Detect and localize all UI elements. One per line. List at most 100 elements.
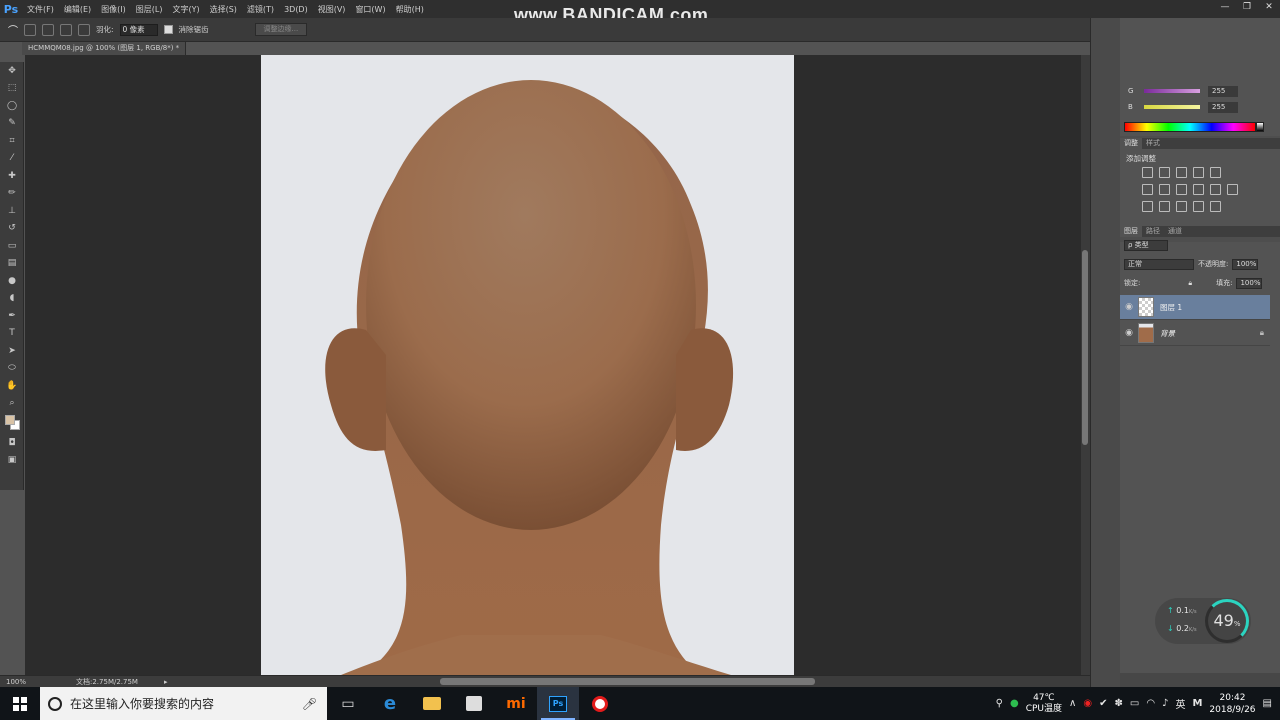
record-tray-icon[interactable]: ◉ [1083, 698, 1092, 709]
photoshop-logo[interactable]: Ps [0, 0, 22, 18]
bandicam-record-icon[interactable] [579, 687, 621, 720]
battery-icon[interactable]: ▭ [1130, 698, 1139, 709]
vibrance-icon[interactable] [1210, 167, 1221, 178]
color-slider-b[interactable]: B 255 [1128, 101, 1238, 113]
marquee-tool-icon[interactable]: ⬚ [0, 80, 24, 98]
show-hidden-icons[interactable]: ∧ [1069, 698, 1076, 709]
dodge-tool-icon[interactable]: ◖ [0, 290, 24, 308]
menu-help[interactable]: 帮助(H) [391, 4, 429, 15]
threshold-icon[interactable] [1176, 201, 1187, 212]
color-swatches[interactable] [0, 412, 23, 434]
network-speed-widget[interactable]: ↑ 0.1K/s ↓ 0.2K/s 49% [1155, 598, 1251, 644]
photo-filter-icon[interactable] [1193, 184, 1204, 195]
tray-app-icon[interactable]: ✔ [1099, 698, 1107, 709]
selective-color-icon[interactable] [1193, 201, 1204, 212]
tab-adjustments[interactable]: 调整 [1120, 138, 1142, 149]
bluetooth-icon[interactable]: ✽ [1114, 698, 1122, 709]
status-menu-arrow-icon[interactable]: ▸ [164, 678, 168, 686]
shape-tool-icon[interactable]: ⬭ [0, 360, 24, 378]
ime-mode[interactable]: M [1192, 698, 1202, 709]
brightness-icon[interactable] [1142, 167, 1153, 178]
b-value[interactable]: 255 [1208, 101, 1238, 113]
edge-browser-icon[interactable]: e [369, 687, 411, 720]
subtract-selection-icon[interactable] [60, 23, 72, 36]
healing-tool-icon[interactable]: ✚ [0, 167, 24, 185]
vertical-scrollbar[interactable] [1081, 55, 1090, 675]
invert-icon[interactable] [1142, 201, 1153, 212]
color-slider-g[interactable]: G 255 [1128, 85, 1238, 97]
horizontal-scroll-thumb[interactable] [440, 678, 815, 685]
start-button[interactable] [0, 687, 40, 720]
crop-tool-icon[interactable]: ⌗ [0, 132, 24, 150]
zoom-level[interactable]: 100% [6, 678, 36, 686]
intersect-selection-icon[interactable] [78, 23, 90, 36]
eraser-tool-icon[interactable]: ▭ [0, 237, 24, 255]
layer-filter-select[interactable]: ρ 类型 [1124, 239, 1168, 251]
foreground-color-swatch[interactable] [5, 415, 15, 425]
lock-all-icon[interactable]: 🔒︎ [1188, 279, 1192, 288]
store-icon[interactable] [453, 687, 495, 720]
tab-layers[interactable]: 图层 [1120, 226, 1142, 237]
security-icon[interactable]: ● [1010, 698, 1019, 709]
volume-icon[interactable]: ♪ [1162, 698, 1168, 709]
menu-edit[interactable]: 编辑(E) [59, 4, 96, 15]
lasso-icon[interactable]: ⌒ [8, 22, 18, 37]
microphone-icon[interactable]: 🎤︎ [302, 697, 317, 711]
g-slider-bar[interactable] [1144, 89, 1200, 93]
vertical-scroll-thumb[interactable] [1082, 250, 1088, 445]
move-tool-icon[interactable]: ✥ [0, 62, 24, 80]
posterize-icon[interactable] [1159, 201, 1170, 212]
ime-language[interactable]: 英 [1175, 696, 1185, 711]
tab-channels[interactable]: 通道 [1164, 226, 1186, 237]
brush-tool-icon[interactable]: ✏ [0, 185, 24, 203]
feather-input[interactable]: 0 像素 [119, 23, 158, 36]
document-tab[interactable]: HCMMQM08.jpg @ 100% (图层 1, RGB/8*) * [22, 42, 187, 55]
menu-window[interactable]: 窗口(W) [350, 4, 390, 15]
gradient-tool-icon[interactable]: ▤ [0, 255, 24, 273]
layer-row-layer1[interactable]: ◉ 图层 1 [1120, 295, 1270, 320]
hue-saturation-icon[interactable] [1142, 184, 1153, 195]
refine-edge-button[interactable]: 调整边缘... [254, 23, 308, 36]
menu-3d[interactable]: 3D(D) [279, 5, 313, 14]
type-tool-icon[interactable]: T [0, 325, 24, 343]
menu-layer[interactable]: 图层(L) [131, 4, 168, 15]
black-white-icon[interactable] [1176, 184, 1187, 195]
screen-mode-icon[interactable]: ▣ [0, 452, 24, 470]
path-select-tool-icon[interactable]: ➤ [0, 342, 24, 360]
layer-row-background[interactable]: ◉ 背景 🔒︎ [1120, 321, 1270, 346]
image-canvas[interactable] [261, 55, 794, 675]
mi-app-icon[interactable]: mi [495, 687, 537, 720]
color-spectrum[interactable] [1124, 122, 1256, 132]
people-icon[interactable]: ⚲ [996, 698, 1003, 709]
g-value[interactable]: 255 [1208, 85, 1238, 97]
gradient-map-icon[interactable] [1210, 201, 1221, 212]
photoshop-taskbar-icon[interactable]: Ps [537, 687, 579, 720]
blend-mode-select[interactable]: 正常 [1124, 258, 1194, 270]
eyedropper-tool-icon[interactable]: ⁄ [0, 150, 24, 168]
notification-icon[interactable]: ▤ [1263, 698, 1272, 709]
antialias-checkbox[interactable] [163, 25, 173, 34]
close-button[interactable]: ✕ [1258, 0, 1280, 14]
b-slider-bar[interactable] [1144, 105, 1200, 109]
levels-icon[interactable] [1159, 167, 1170, 178]
hand-tool-icon[interactable]: ✋ [0, 377, 24, 395]
visibility-eye-icon[interactable]: ◉ [1120, 328, 1138, 338]
black-white-ramp[interactable] [1256, 122, 1264, 132]
task-view-icon[interactable]: ▭ [327, 687, 369, 720]
menu-image[interactable]: 图像(I) [96, 4, 131, 15]
minimize-button[interactable]: — [1214, 0, 1236, 14]
quick-select-tool-icon[interactable]: ✎ [0, 115, 24, 133]
exposure-icon[interactable] [1193, 167, 1204, 178]
menu-filter[interactable]: 滤镜(T) [242, 4, 279, 15]
file-explorer-icon[interactable] [411, 687, 453, 720]
visibility-eye-icon[interactable]: ◉ [1120, 302, 1138, 312]
menu-view[interactable]: 视图(V) [313, 4, 351, 15]
menu-select[interactable]: 选择(S) [205, 4, 242, 15]
color-balance-icon[interactable] [1159, 184, 1170, 195]
fill-input[interactable]: 100% [1236, 277, 1263, 289]
restore-button[interactable]: ❐ [1236, 0, 1258, 14]
channel-mixer-icon[interactable] [1210, 184, 1221, 195]
curves-icon[interactable] [1176, 167, 1187, 178]
wifi-icon[interactable]: ◠ [1146, 698, 1155, 709]
new-selection-icon[interactable] [24, 23, 36, 36]
